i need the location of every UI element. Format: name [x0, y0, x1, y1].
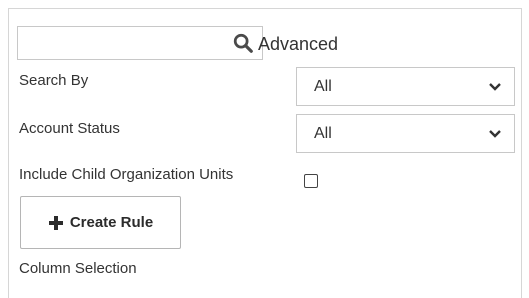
- include-child-units-checkbox[interactable]: [304, 174, 318, 188]
- account-status-label: Account Status: [19, 120, 120, 137]
- search-by-selected-value: All: [314, 77, 332, 95]
- column-selection-label: Column Selection: [19, 260, 137, 277]
- include-child-units-label: Include Child Organization Units: [19, 166, 234, 183]
- search-by-label: Search By: [19, 72, 89, 89]
- account-status-selected-value: All: [314, 124, 332, 142]
- chevron-down-icon: [489, 82, 501, 91]
- search-by-select[interactable]: All: [296, 67, 515, 106]
- create-rule-label: Create Rule: [69, 214, 154, 231]
- plus-icon: [48, 215, 63, 230]
- search-icon[interactable]: [232, 32, 254, 54]
- account-status-select[interactable]: All: [296, 114, 515, 153]
- create-rule-button[interactable]: Create Rule: [20, 196, 181, 249]
- advanced-search-link[interactable]: Advanced: [258, 34, 338, 55]
- chevron-down-icon: [489, 129, 501, 138]
- search-input[interactable]: [17, 26, 263, 60]
